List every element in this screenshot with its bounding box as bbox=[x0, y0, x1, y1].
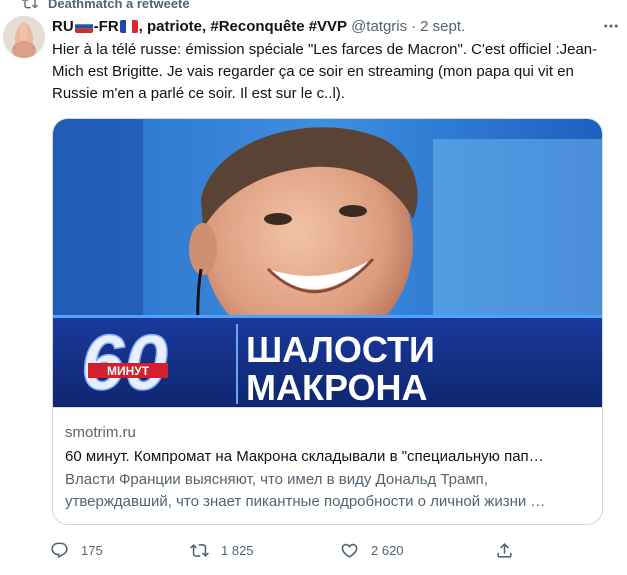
overlay-line2: МАКРОНА bbox=[246, 367, 428, 407]
retweet-label: Deathmatch a retweeté bbox=[48, 0, 190, 11]
retweet-icon bbox=[22, 0, 38, 9]
france-flag-icon bbox=[119, 19, 138, 33]
tweet-actions: 175 1 825 2 620 bbox=[50, 538, 520, 562]
author-handle[interactable]: @tatgris bbox=[351, 18, 407, 35]
share-icon bbox=[497, 542, 512, 558]
avatar[interactable] bbox=[3, 16, 45, 58]
reply-button[interactable]: 175 bbox=[50, 538, 103, 562]
overlay-number: 60 bbox=[81, 318, 168, 406]
reply-icon bbox=[51, 542, 68, 558]
author-name-text-2: -FR bbox=[93, 17, 119, 35]
tweet-text: Hier à la télé russe: émission spéciale … bbox=[52, 41, 598, 102]
card-image[interactable]: 60 МИНУТ ШАЛОСТИ МАКРОНА bbox=[53, 119, 602, 407]
card-description-line1: Власти Франции выясняют, что имел в виду… bbox=[65, 471, 488, 488]
author-name-text-3: , patriote, #Reconquête #VVP bbox=[138, 17, 348, 35]
retweet-count: 1 825 bbox=[221, 542, 254, 558]
tweet-timestamp[interactable]: 2 sept. bbox=[420, 18, 465, 35]
like-button[interactable]: 2 620 bbox=[340, 538, 404, 562]
link-card[interactable]: 60 МИНУТ ШАЛОСТИ МАКРОНА smotrim.ru 60 м… bbox=[52, 118, 603, 525]
retweet-button[interactable]: 1 825 bbox=[190, 538, 254, 562]
tweet-header: RU -FR , patriote, #Reconquête #VVP @tat… bbox=[52, 15, 612, 37]
like-count: 2 620 bbox=[371, 542, 404, 558]
more-icon[interactable] bbox=[601, 16, 621, 36]
author-name-text: RU bbox=[52, 17, 74, 35]
retweet-header[interactable]: Deathmatch a retweeté bbox=[22, 0, 190, 12]
overlay-line1: ШАЛОСТИ bbox=[246, 329, 435, 370]
avatar-image bbox=[3, 16, 45, 58]
author-name[interactable]: RU -FR , patriote, #Reconquête #VVP bbox=[52, 18, 347, 35]
russia-flag-icon bbox=[74, 19, 93, 33]
card-title: 60 минут. Компромат на Макрона складывал… bbox=[65, 448, 544, 465]
card-meta[interactable]: smotrim.ru 60 минут. Компромат на Макрон… bbox=[53, 407, 602, 524]
overlay-sub: МИНУТ bbox=[107, 364, 150, 378]
reply-count: 175 bbox=[81, 542, 103, 558]
share-button[interactable] bbox=[495, 538, 514, 562]
card-description-line2: утверждавший, что знает пикантные подроб… bbox=[65, 493, 546, 510]
heart-icon bbox=[341, 543, 358, 558]
separator-dot: · bbox=[411, 17, 417, 35]
card-domain: smotrim.ru bbox=[65, 424, 136, 441]
retweet-action-icon bbox=[190, 543, 209, 557]
